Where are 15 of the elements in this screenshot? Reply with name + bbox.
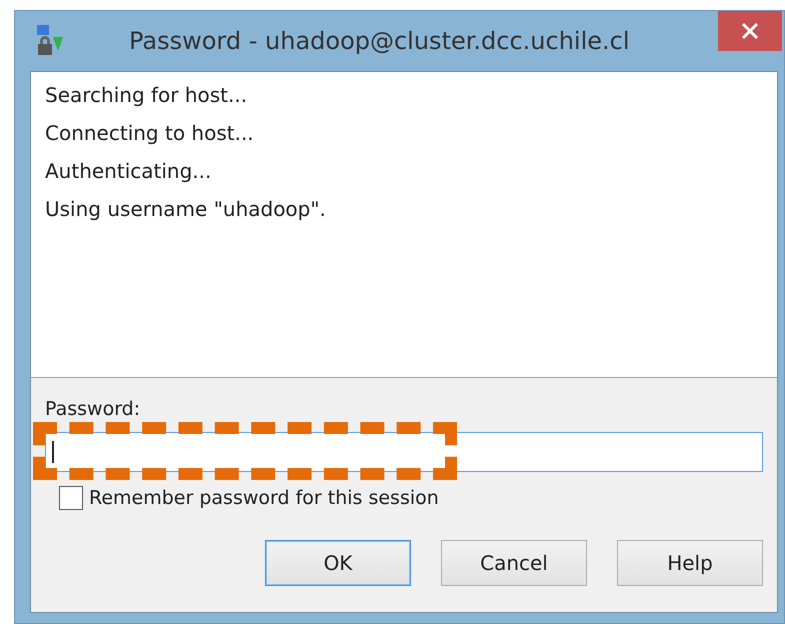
password-label: Password: [45, 398, 140, 420]
checkbox-label: Remember password for this session [89, 487, 439, 509]
dialog-button[interactable]: Cancel [441, 540, 587, 586]
dialog-button[interactable]: Help [617, 540, 763, 586]
window-title: Password - uhadoop@cluster.dcc.uchile.cl [129, 27, 630, 55]
checkbox[interactable] [59, 486, 83, 510]
log-line: Connecting to host... [45, 120, 255, 147]
password-field[interactable] [45, 432, 763, 472]
close-icon [741, 22, 759, 40]
close-button[interactable] [718, 11, 782, 51]
text-cursor [52, 441, 54, 463]
log-line: Using username "uhadoop". [45, 196, 327, 223]
log-line: Authenticating... [45, 158, 212, 185]
log-line: Searching for host... [45, 82, 248, 109]
dialog-button[interactable]: OK [265, 540, 411, 586]
